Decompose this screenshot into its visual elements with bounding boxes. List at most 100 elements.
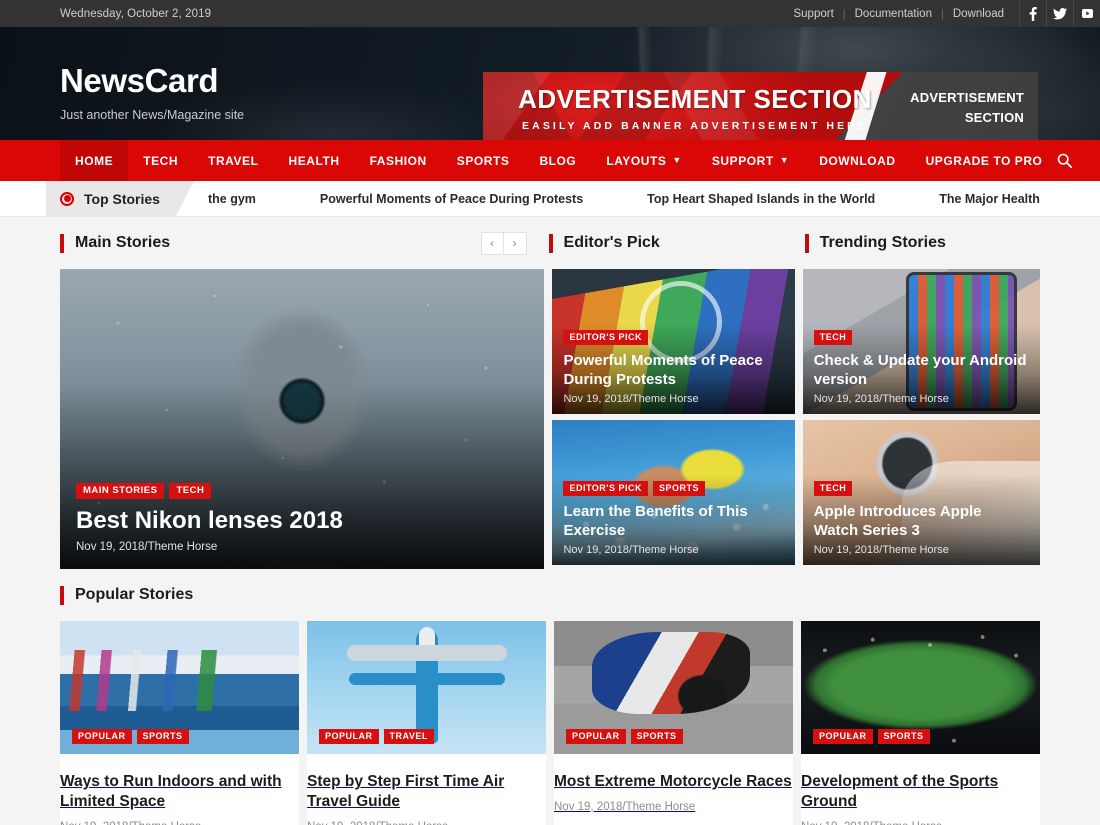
popular-story-card[interactable]: POPULAR TRAVEL Step by Step First Time A… [307, 621, 546, 825]
download-link[interactable]: Download [944, 8, 1013, 20]
main-story-caption: MAIN STORIES TECH Best Nikon lenses 2018… [60, 469, 544, 569]
category-badge[interactable]: POPULAR [566, 729, 626, 744]
nav-label: TECH [143, 153, 179, 168]
documentation-link[interactable]: Documentation [846, 8, 941, 20]
ad-side-text: ADVERTISEMENT SECTION [910, 90, 1024, 125]
ticker-label-text: Top Stories [84, 190, 160, 207]
category-badge[interactable]: TRAVEL [383, 729, 434, 744]
editors-pick-card[interactable]: EDITOR'S PICK Powerful Moments of Peace … [552, 269, 795, 414]
chevron-down-icon: ▼ [672, 155, 682, 165]
category-badge[interactable]: SPORTS [877, 729, 930, 744]
trending-story-meta: Nov 19, 2018/Theme Horse [813, 393, 949, 405]
top-stories-grid: MAIN STORIES TECH Best Nikon lenses 2018… [60, 269, 1040, 569]
category-badge[interactable]: SPORTS [652, 481, 705, 497]
popular-story-image: POPULAR SPORTS [801, 621, 1040, 754]
carousel-navigation: ‹ › [480, 231, 527, 255]
section-title-popular-stories: Popular Stories [60, 586, 193, 605]
advertisement-banner[interactable]: ADVERTISEMENT SECTION EASILY ADD BANNER … [483, 72, 1038, 140]
trending-story-card[interactable]: TECH Apple Introduces Apple Watch Series… [802, 420, 1040, 565]
ticker-items: the gym Powerful Moments of Peace During… [194, 181, 1040, 216]
category-badges: TECH [813, 330, 1029, 346]
section-title-editors-pick: Editor's Pick [549, 234, 660, 253]
nav-item-sports[interactable]: SPORTS [442, 140, 525, 181]
ticker-label: Top Stories [46, 181, 194, 216]
popular-story-card[interactable]: POPULAR SPORTS Ways to Run Indoors and w… [60, 621, 299, 825]
category-badge[interactable]: POPULAR [319, 729, 379, 744]
category-badge[interactable]: POPULAR [813, 729, 873, 744]
editors-pick-heading-row: Editor's Pick [549, 217, 797, 269]
category-badge[interactable]: EDITOR'S PICK [563, 330, 648, 346]
trending-stories-column: TECH Check & Update your Android version… [802, 269, 1040, 569]
popular-story-card[interactable]: POPULAR SPORTS Most Extreme Motorcycle R… [554, 621, 793, 825]
topbar-right: Support | Documentation | Download [784, 0, 1100, 27]
main-stories-heading-row: Main Stories ‹ › [60, 217, 541, 269]
category-badges: MAIN STORIES TECH [76, 483, 528, 499]
ad-subline: EASILY ADD BANNER ADVERTISEMENT HERE [522, 120, 868, 133]
nav-label: LAYOUTS [606, 153, 667, 168]
nav-item-tech[interactable]: TECH [128, 140, 193, 181]
editors-pick-meta: Nov 19, 2018/Theme Horse [563, 393, 699, 405]
support-link[interactable]: Support [784, 8, 842, 20]
ticker-item[interactable]: Powerful Moments of Peace During Protest… [288, 192, 615, 206]
main-content: Main Stories ‹ › Editor's Pick Trending … [0, 217, 1100, 825]
facebook-icon[interactable] [1019, 0, 1046, 27]
site-title[interactable]: NewsCard [60, 62, 244, 99]
section-headings-row: Main Stories ‹ › Editor's Pick Trending … [60, 217, 1040, 269]
editors-pick-caption: EDITOR'S PICK Powerful Moments of Peace … [552, 321, 794, 414]
category-badge[interactable]: SPORTS [136, 729, 189, 744]
nav-item-upgrade-to-pro[interactable]: UPGRADE TO PRO [911, 140, 1058, 181]
popular-story-title: Step by Step First Time Air Travel Guide [307, 773, 505, 810]
category-badge[interactable]: MAIN STORIES [76, 483, 165, 499]
nav-item-blog[interactable]: BLOG [524, 140, 591, 181]
popular-story-title: Most Extreme Motorcycle Races [554, 773, 792, 790]
ticker-item[interactable]: Top Heart Shaped Islands in the World [615, 192, 907, 206]
nav-item-travel[interactable]: TRAVEL [193, 140, 273, 181]
chevron-down-icon: ▼ [779, 155, 790, 165]
editors-pick-card[interactable]: EDITOR'S PICK SPORTS Learn the Benefits … [552, 420, 795, 565]
category-badges: POPULAR SPORTS [72, 729, 189, 744]
site-tagline: Just another News/Magazine site [60, 108, 245, 123]
top-stories-ticker: Top Stories the gym Powerful Moments of … [0, 181, 1100, 217]
category-badge[interactable]: TECH [813, 481, 853, 497]
twitter-icon[interactable] [1046, 0, 1073, 27]
carousel-prev-button[interactable]: ‹ [480, 231, 504, 255]
popular-story-meta: Nov 19, 2018/Theme Horse [60, 821, 299, 825]
nav-label: SUPPORT [711, 153, 774, 168]
popular-story-card[interactable]: POPULAR SPORTS Development of the Sports… [801, 621, 1040, 825]
nav-label: FASHION [369, 153, 427, 168]
trending-story-meta: Nov 19, 2018/Theme Horse [813, 544, 949, 556]
ticker-item[interactable]: The Major Health Benefits of Lifting Wei… [907, 192, 1040, 206]
nav-item-layouts[interactable]: LAYOUTS ▼ [591, 140, 697, 181]
category-badge[interactable]: TECH [813, 330, 853, 346]
trending-story-caption: TECH Check & Update your Android version… [803, 321, 1040, 414]
trending-story-card[interactable]: TECH Check & Update your Android version… [802, 269, 1040, 414]
site-branding[interactable]: NewsCard Just another News/Magazine site [60, 62, 245, 123]
record-dot-icon [60, 192, 74, 206]
category-badge[interactable]: EDITOR'S PICK [563, 481, 648, 497]
ticker-item[interactable]: the gym [194, 192, 288, 206]
social-links [1019, 0, 1100, 27]
editors-pick-meta: Nov 19, 2018/Theme Horse [563, 544, 699, 556]
nav-item-home[interactable]: HOME [60, 140, 129, 181]
popular-story-meta: Nov 19, 2018/Theme Horse [801, 821, 1040, 825]
main-stories-column: MAIN STORIES TECH Best Nikon lenses 2018… [60, 269, 545, 569]
nav-item-download[interactable]: DOWNLOAD [804, 140, 910, 181]
youtube-icon[interactable] [1073, 0, 1100, 27]
nav-item-health[interactable]: HEALTH [274, 140, 355, 181]
nav-item-fashion[interactable]: FASHION [355, 140, 442, 181]
category-badges: EDITOR'S PICK [563, 330, 783, 346]
popular-story-title: Development of the Sports Ground [801, 773, 999, 810]
main-story-card[interactable]: MAIN STORIES TECH Best Nikon lenses 2018… [60, 269, 545, 569]
carousel-next-button[interactable]: › [503, 231, 527, 255]
category-badge[interactable]: SPORTS [630, 729, 683, 744]
nav-label: TRAVEL [208, 153, 259, 168]
nav-item-support[interactable]: SUPPORT ▼ [697, 140, 804, 181]
nav-label: HOME [75, 153, 114, 168]
category-badges: POPULAR TRAVEL [319, 729, 434, 744]
category-badge[interactable]: TECH [169, 483, 212, 499]
topbar-links: Support | Documentation | Download [784, 8, 1013, 20]
category-badge[interactable]: POPULAR [72, 729, 132, 744]
ad-banner-inner: ADVERTISEMENT SECTION EASILY ADD BANNER … [483, 72, 1038, 140]
section-title-trending-stories: Trending Stories [805, 234, 946, 253]
search-icon[interactable] [1057, 140, 1074, 181]
